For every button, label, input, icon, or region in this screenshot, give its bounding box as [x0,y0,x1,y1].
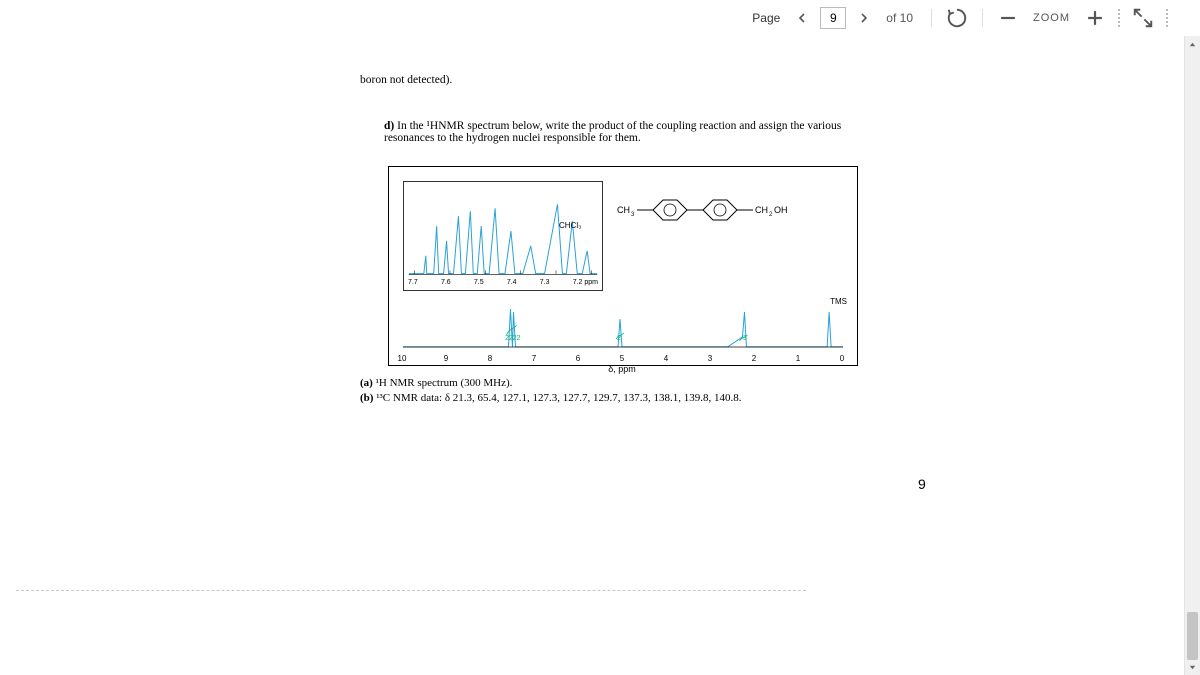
axis-tick: 3 [708,354,712,363]
nmr-figure: 7.7 7.6 7.5 7.4 7.3 7.2 ppm CHCl [388,166,858,366]
integral-value: 3 [743,335,747,342]
page-total-label: of 10 [886,11,913,25]
axis-tick: 9 [444,354,448,363]
scrollbar-thumb[interactable] [1187,612,1198,660]
svg-text:2: 2 [769,212,773,218]
separator-dotted [1166,9,1168,27]
plus-icon [1084,7,1106,29]
text-fragment-top: boron not detected). [360,74,452,86]
axis-tick: 0 [840,354,844,363]
question-d: d) In the ¹HNMR spectrum below, write th… [384,120,884,144]
scrollbar-track[interactable] [1187,52,1198,659]
axis-tick: 1 [796,354,800,363]
caption-b-label: (b) [360,392,373,404]
axis-tick: 10 [398,354,407,363]
caption-b-text: ¹³C NMR data: δ 21.3, 65.4, 127.1, 127.3… [373,392,741,404]
vertical-scrollbar[interactable] [1184,36,1200,675]
pdf-toolbar: Page of 10 ZOOM [0,0,1200,36]
question-d-text: In the ¹HNMR spectrum below, write the p… [384,120,841,144]
fullscreen-button[interactable] [1132,7,1154,29]
caption-a-label: (a) [360,377,373,389]
separator [982,9,983,27]
zoom-label: ZOOM [1033,12,1070,24]
svg-text:3: 3 [631,212,635,218]
rotate-icon [946,7,968,29]
chevron-left-icon [797,13,807,23]
zoom-out-button[interactable] [997,7,1019,29]
nmr-main-spectrum [389,307,857,349]
integral-value: 2 [617,335,621,342]
chevron-right-icon [859,13,869,23]
axis-tick: 4 [664,354,668,363]
inset-axis-line [404,182,602,290]
solvent-label: CHCl₃ [559,221,581,230]
figure-caption: (a) ¹H NMR spectrum (300 MHz). (b) ¹³C N… [360,376,742,406]
mol-ch2oh: CH [755,205,768,215]
caption-a-text: ¹H NMR spectrum (300 MHz). [373,377,513,389]
page-label: Page [752,11,780,25]
scroll-down-button[interactable] [1185,659,1200,675]
mol-ch3: CH [617,205,630,215]
document-viewport[interactable]: boron not detected). d) In the ¹HNMR spe… [0,36,1184,675]
triangle-down-icon [1188,663,1197,672]
triangle-up-icon [1188,40,1197,49]
axis-tick: 5 [620,354,624,363]
separator [931,9,932,27]
tms-label: TMS [830,297,847,306]
page-number-annotation: 9 [918,476,926,492]
separator-dotted [1118,9,1120,27]
axis-label: δ, ppm [608,364,636,374]
next-page-button[interactable] [854,6,874,30]
main-axis-ticks: 10 9 8 7 6 5 4 3 2 1 0 δ, ppm [388,354,858,370]
rotate-button[interactable] [946,7,968,29]
page-divider [16,590,806,591]
page-number-input[interactable] [820,7,846,29]
document-page: boron not detected). d) In the ¹HNMR spe… [288,36,938,675]
zoom-in-button[interactable] [1084,7,1106,29]
svg-text:OH: OH [774,205,788,215]
expand-icon [1132,7,1154,29]
nmr-inset: 7.7 7.6 7.5 7.4 7.3 7.2 ppm [403,181,603,291]
scroll-up-button[interactable] [1185,36,1200,52]
prev-page-button[interactable] [792,6,812,30]
molecule-structure: CH 3 CH 2 OH [617,191,817,241]
axis-tick: 6 [576,354,580,363]
axis-tick: 8 [488,354,492,363]
axis-tick: 7 [532,354,536,363]
question-d-label: d) [384,120,394,132]
axis-tick: 2 [752,354,756,363]
minus-icon [997,7,1019,29]
integral-value: 2222 [505,335,521,342]
